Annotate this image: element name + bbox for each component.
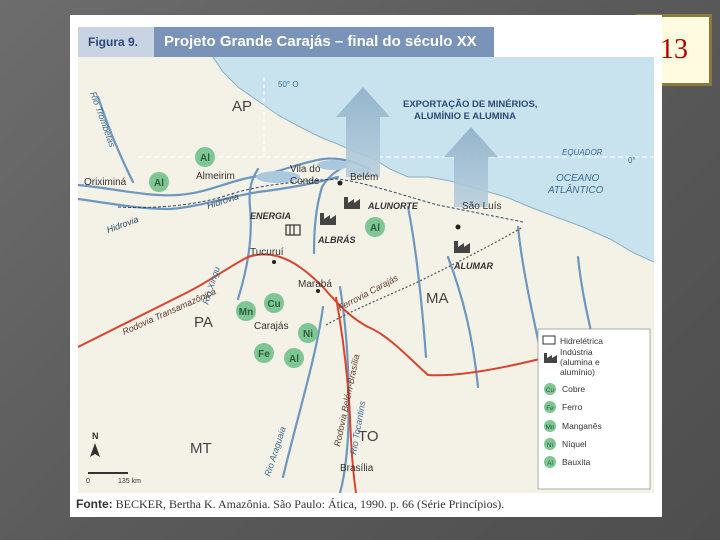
legend-bauxite: Al Bauxita [544, 456, 591, 468]
mineral-al: Al [154, 178, 164, 189]
map: 50° O EQUADOR 0° EXPORTAÇÃO DE MINÉRIOS,… [78, 57, 654, 493]
figure-panel: Figura 9. Projeto Grande Carajás – final… [70, 15, 662, 517]
city-vila-do-conde-1: Vila do [290, 164, 321, 175]
mineral-cu: Cu [267, 299, 280, 310]
city-carajas: Carajás [254, 321, 288, 332]
city-belem: Belém [350, 172, 378, 183]
svg-text:Mn: Mn [545, 424, 554, 431]
source-text: BECKER, Bertha K. Amazônia. São Paulo: Á… [115, 497, 505, 511]
ocean-label-1: OCEANO [556, 173, 600, 184]
label-energia: ENERGIA [250, 211, 291, 221]
svg-text:Ferro: Ferro [562, 402, 583, 412]
label-alunorte: ALUNORTE [367, 201, 419, 211]
export-label-2: ALUMÍNIO E ALUMINA [414, 111, 516, 122]
meridian-label: 50° O [278, 80, 299, 89]
figure-label: Figura 9. [78, 27, 154, 57]
mineral-fe: Fe [258, 349, 270, 360]
svg-text:Cobre: Cobre [562, 384, 585, 394]
state-mt: MT [190, 440, 212, 457]
svg-text:0: 0 [86, 478, 90, 485]
legend-nickel: Ni Níquel [544, 438, 587, 450]
svg-text:Cu: Cu [546, 387, 555, 394]
city-oriximina: Oriximiná [84, 177, 127, 188]
export-label-1: EXPORTAÇÃO DE MINÉRIOS, [403, 99, 537, 110]
figure-title: Projeto Grande Carajás – final do século… [164, 33, 477, 50]
legend-manganese: Mn Manganês [544, 420, 602, 432]
equator-label: EQUADOR [562, 148, 603, 157]
mineral-al: Al [370, 223, 380, 234]
svg-text:Manganês: Manganês [562, 421, 602, 431]
legend: Hidrelétrica Indústria (alumina e alumín… [537, 328, 651, 490]
figure-header: Figura 9. Projeto Grande Carajás – final… [78, 27, 494, 57]
mineral-al: Al [200, 153, 210, 164]
svg-text:(alumina e: (alumina e [560, 357, 600, 367]
city-vila-do-conde-2: Conde [290, 176, 320, 187]
city-sao-luis: São Luís [462, 201, 501, 212]
svg-text:135 km: 135 km [118, 478, 141, 485]
svg-text:Fe: Fe [546, 405, 554, 412]
source-prefix: Fonte: [76, 497, 113, 511]
city-brasilia: Brasília [340, 463, 374, 474]
state-ma: MA [426, 290, 449, 307]
legend-iron: Fe Ferro [544, 401, 583, 413]
label-albras: ALBRÁS [317, 235, 356, 245]
legend-copper: Cu Cobre [544, 383, 585, 395]
svg-text:alumínio): alumínio) [560, 367, 595, 377]
mineral-ni: Ni [303, 329, 313, 340]
svg-text:Al: Al [547, 460, 553, 467]
city-maraba: Marabá [298, 279, 332, 290]
state-pa: PA [194, 314, 213, 331]
state-ap: AP [232, 98, 252, 115]
city-tucurui: Tucuruí [250, 247, 284, 258]
figure-source: Fonte: BECKER, Bertha K. Amazônia. São P… [76, 497, 504, 512]
svg-text:N: N [92, 431, 99, 441]
svg-text:Bauxita: Bauxita [562, 457, 591, 467]
label-alumar: ALUMAR [453, 261, 493, 271]
equator-degree: 0° [628, 156, 636, 165]
svg-text:Níquel: Níquel [562, 439, 587, 449]
svg-text:Hidrelétrica: Hidrelétrica [560, 336, 603, 346]
ocean-label-2: ATLÂNTICO [547, 183, 604, 196]
mineral-mn: Mn [239, 307, 253, 318]
svg-text:Ni: Ni [547, 442, 553, 449]
mineral-al: Al [289, 354, 299, 365]
city-almeirim: Almeirim [196, 171, 235, 182]
svg-text:Indústria: Indústria [560, 347, 593, 357]
